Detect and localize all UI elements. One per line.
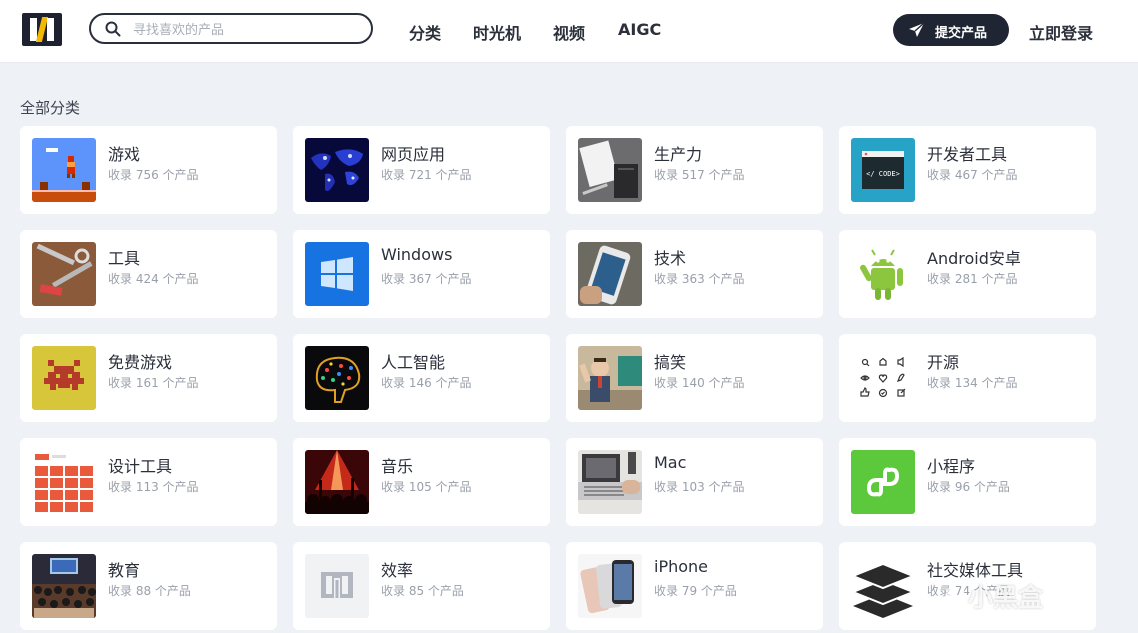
category-card-ai[interactable]: 人工智能 收录 146 个产品 [293,334,550,422]
cartoon-man-thumb [578,346,642,410]
category-count: 收录 96 个产品 [927,480,1010,494]
iphones-thumb [578,554,642,618]
category-count: 收录 146 个产品 [381,376,472,390]
category-card-tools[interactable]: 工具 收录 424 个产品 [20,230,277,318]
category-count: 收录 517 个产品 [654,168,745,182]
smartphone-hand-thumb [578,242,642,306]
code-window-thumb: </ CODE> [851,138,915,202]
space-invader-thumb [32,346,96,410]
category-count: 收录 161 个产品 [108,376,199,390]
icon-grid-thumb [851,346,915,410]
section-title: 全部分类 [20,99,81,117]
nav-categories[interactable]: 分类 [409,20,441,44]
laptop-typing-thumb [578,450,642,514]
category-count: 收录 721 个产品 [381,168,472,182]
color-palette-thumb [32,450,96,514]
category-name: 工具 [108,249,141,268]
category-name: 人工智能 [381,353,446,372]
category-count: 收录 363 个产品 [654,272,745,286]
site-logo-gray-thumb [305,554,369,618]
category-name: 免费游戏 [108,353,173,372]
svg-text:</ CODE>: </ CODE> [866,170,900,178]
tools-thumb [32,242,96,306]
category-count: 收录 134 个产品 [927,376,1018,390]
site-logo[interactable] [22,13,62,46]
category-count: 收录 103 个产品 [654,480,745,494]
category-count: 收录 140 个产品 [654,376,745,390]
search-box[interactable] [89,13,373,44]
category-card-iphone[interactable]: iPhone 收录 79 个产品 [566,542,823,630]
login-link[interactable]: 立即登录 [1029,20,1093,44]
category-name: 开发者工具 [927,145,1008,164]
submit-product-label: 提交产品 [935,26,988,41]
category-card-mac[interactable]: Mac 收录 103 个产品 [566,438,823,526]
category-count: 收录 756 个产品 [108,168,199,182]
category-name: 设计工具 [108,457,173,476]
category-count: 收录 85 个产品 [381,584,464,598]
category-count: 收录 113 个产品 [108,480,199,494]
category-name: 游戏 [108,145,141,164]
category-card-technology[interactable]: 技术 收录 363 个产品 [566,230,823,318]
category-name: 开源 [927,353,960,372]
category-count: 收录 88 个产品 [108,584,191,598]
watermark-text: 小黑盒 [968,583,1044,612]
category-name: 搞笑 [654,353,687,372]
category-count: 收录 424 个产品 [108,272,199,286]
category-count: 收录 105 个产品 [381,480,472,494]
category-card-games[interactable]: 游戏 收录 756 个产品 [20,126,277,214]
category-count: 收录 79 个产品 [654,584,737,598]
category-card-productivity[interactable]: 生产力 收录 517 个产品 [566,126,823,214]
category-count: 收录 467 个产品 [927,168,1018,182]
ai-brain-thumb [305,346,369,410]
category-name: iPhone [654,557,709,576]
submit-product-button[interactable]: 提交产品 [893,14,1009,46]
search-input[interactable] [131,19,365,41]
category-name: Windows [381,245,453,264]
category-card-android[interactable]: Android安卓 收录 281 个产品 [839,230,1096,318]
category-card-open-source[interactable]: 开源 收录 134 个产品 [839,334,1096,422]
category-card-music[interactable]: 音乐 收录 105 个产品 [293,438,550,526]
category-card-developer-tools[interactable]: </ CODE> 开发者工具 收录 467 个产品 [839,126,1096,214]
category-name: 技术 [654,249,687,268]
category-count: 收录 281 个产品 [927,272,1018,286]
nav-aigc[interactable]: AIGC [618,20,661,39]
search-icon [105,21,121,37]
watermark-logo-icon [937,578,965,608]
nav-time-machine[interactable]: 时光机 [473,20,521,44]
top-navigation-bar: 分类 时光机 视频 AIGC 提交产品 立即登录 [0,0,1138,63]
category-card-free-games[interactable]: 免费游戏 收录 161 个产品 [20,334,277,422]
android-robot-thumb [851,242,915,306]
category-name: Android安卓 [927,249,1021,268]
nav-videos[interactable]: 视频 [553,20,585,44]
category-name: Mac [654,453,687,472]
paper-plane-icon [909,22,925,37]
category-card-design-tools[interactable]: 设计工具 收录 113 个产品 [20,438,277,526]
concert-crowd-thumb [305,450,369,514]
category-count: 收录 367 个产品 [381,272,472,286]
category-name: 网页应用 [381,145,446,164]
windows-logo-thumb [305,242,369,306]
category-card-mini-programs[interactable]: 小程序 收录 96 个产品 [839,438,1096,526]
category-name: 效率 [381,561,414,580]
mario-pixel-thumb [32,138,96,202]
category-name: 小程序 [927,457,976,476]
layers-stack-thumb [851,554,915,618]
category-name: 生产力 [654,145,703,164]
desk-notebook-thumb [578,138,642,202]
category-card-web-apps[interactable]: 网页应用 收录 721 个产品 [293,126,550,214]
world-map-lights-thumb [305,138,369,202]
category-name: 音乐 [381,457,414,476]
lecture-hall-thumb [32,554,96,618]
category-card-education[interactable]: 教育 收录 88 个产品 [20,542,277,630]
category-card-funny[interactable]: 搞笑 收录 140 个产品 [566,334,823,422]
category-name: 教育 [108,561,141,580]
mini-program-thumb [851,450,915,514]
category-card-windows[interactable]: Windows 收录 367 个产品 [293,230,550,318]
category-card-efficiency[interactable]: 效率 收录 85 个产品 [293,542,550,630]
